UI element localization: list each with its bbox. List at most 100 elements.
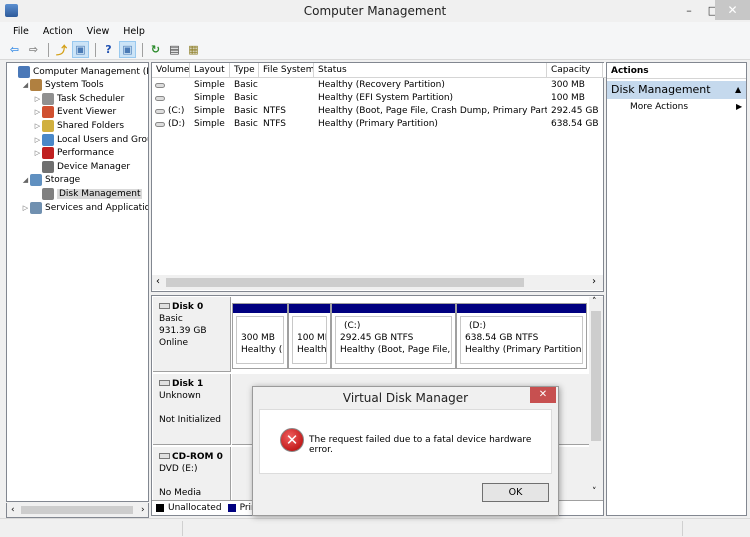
expand-toggle-icon[interactable]: ▷ bbox=[33, 122, 42, 130]
show-hide-action-pane-button[interactable]: ▣ bbox=[119, 41, 136, 58]
forward-button[interactable]: ⇨ bbox=[25, 41, 42, 58]
partition[interactable]: (C:) 292.45 GB NTFS Healthy (Boot, Page Fi… bbox=[331, 303, 456, 369]
show-hide-tree-button[interactable]: ▣ bbox=[72, 41, 89, 58]
properties-button[interactable]: ▤ bbox=[166, 41, 183, 58]
menu-help[interactable]: Help bbox=[116, 26, 152, 37]
services-icon bbox=[30, 201, 42, 214]
column-header-volume[interactable]: Volume bbox=[152, 63, 190, 78]
error-dialog: Virtual Disk Manager ✕ ✕ The request fai… bbox=[252, 386, 559, 516]
tree-item-label: Performance bbox=[57, 148, 115, 159]
partition-status: Healthy (Boot, Page File, Cra bbox=[340, 345, 451, 355]
cell-layout: Simple bbox=[194, 119, 225, 129]
tools-icon bbox=[30, 79, 42, 92]
disk-label-disk-1[interactable]: Disk 1 Unknown Not Initialized bbox=[153, 374, 231, 445]
disk-label-cd-rom-0[interactable]: CD-ROM 0 DVD (E:) No Media bbox=[153, 447, 231, 507]
volume-list-horizontal-scrollbar[interactable]: ‹ › bbox=[152, 275, 603, 290]
column-header-layout[interactable]: Layout bbox=[190, 63, 230, 78]
column-header-capacity[interactable]: Capacity bbox=[547, 63, 603, 78]
expand-toggle-icon[interactable]: ◢ bbox=[21, 176, 30, 184]
table-row[interactable]: (D:) Simple Basic NTFS Healthy (Primary Part… bbox=[152, 118, 603, 131]
actions-section-disk-management[interactable]: Disk Management ▲ bbox=[607, 81, 746, 99]
expand-toggle-icon[interactable]: ▷ bbox=[33, 108, 42, 116]
disk-map-vertical-scrollbar[interactable]: ˄ ˅ bbox=[589, 297, 603, 500]
partition[interactable]: 100 MB Healthy bbox=[288, 303, 331, 369]
tree-item-disk-management[interactable]: Disk Management bbox=[33, 187, 143, 200]
dialog-message: The request failed due to a fatal device… bbox=[309, 435, 532, 455]
tree-item-task-scheduler[interactable]: ▷ Task Scheduler bbox=[33, 92, 124, 105]
tree-item-event-viewer[interactable]: ▷ Event Viewer bbox=[33, 106, 116, 119]
disk-info-line bbox=[159, 402, 224, 414]
scroll-up-icon[interactable]: ˄ bbox=[592, 297, 597, 307]
tree-item-device-manager[interactable]: Device Manager bbox=[33, 160, 130, 173]
scrollbar-thumb[interactable] bbox=[591, 311, 601, 441]
column-header-file-system[interactable]: File System bbox=[259, 63, 314, 78]
scroll-down-icon[interactable]: ˅ bbox=[592, 487, 597, 497]
scroll-left-icon[interactable]: ‹ bbox=[11, 505, 15, 515]
expand-toggle-icon[interactable]: ▷ bbox=[33, 95, 42, 103]
expand-toggle-icon[interactable]: ▷ bbox=[33, 149, 42, 157]
scroll-right-icon[interactable]: › bbox=[141, 505, 145, 515]
disk-info-line: No Media bbox=[159, 488, 202, 498]
help-icon: ? bbox=[105, 43, 112, 56]
partition[interactable]: 300 MB Healthy (Re bbox=[232, 303, 288, 369]
disk-icon bbox=[159, 453, 170, 459]
tree-item-shared-folders[interactable]: ▷ Shared Folders bbox=[33, 119, 124, 132]
help-button[interactable]: ? bbox=[100, 41, 117, 58]
scrollbar-thumb[interactable] bbox=[166, 278, 524, 287]
table-row[interactable]: (C:) Simple Basic NTFS Healthy (Boot, Page F… bbox=[152, 105, 603, 118]
tree-item-performance[interactable]: ▷ Performance bbox=[33, 147, 114, 160]
disk-icon bbox=[159, 380, 170, 386]
computer-icon bbox=[18, 65, 30, 78]
toolbar-separator bbox=[95, 42, 96, 57]
disk-name-text: CD-ROM 0 bbox=[172, 452, 223, 462]
tree-item-computer-management-local[interactable]: Computer Management (Local bbox=[9, 65, 148, 78]
actions-section-label: Disk Management bbox=[611, 83, 711, 96]
minimize-button[interactable]: – bbox=[676, 0, 702, 20]
expand-toggle-icon[interactable]: ▷ bbox=[21, 204, 30, 212]
cell-layout: Simple bbox=[194, 80, 225, 90]
disk-label-disk-0[interactable]: Disk 0 Basic 931.39 GB Online bbox=[153, 297, 231, 372]
column-header-status[interactable]: Status bbox=[314, 63, 547, 78]
tree-item-storage[interactable]: ◢ Storage bbox=[21, 174, 80, 187]
disk-settings-button[interactable]: ▦ bbox=[185, 41, 202, 58]
scroll-right-icon[interactable]: › bbox=[592, 276, 596, 287]
toolbar-separator bbox=[142, 42, 143, 57]
menu-view[interactable]: View bbox=[80, 26, 117, 37]
tree-item-system-tools[interactable]: ◢ System Tools bbox=[21, 79, 104, 92]
cell-capacity: 100 MB bbox=[551, 93, 585, 103]
action-more-actions[interactable]: More Actions ▶ bbox=[607, 101, 746, 115]
table-row[interactable]: Simple Basic Healthy (Recovery Partition) 3… bbox=[152, 79, 603, 92]
partition-type-bar bbox=[332, 304, 455, 313]
partition-status: Healthy bbox=[297, 345, 327, 355]
dialog-title: Virtual Disk Manager bbox=[342, 391, 469, 405]
partition-title: (C:) bbox=[344, 321, 361, 331]
scroll-left-icon[interactable]: ‹ bbox=[156, 276, 160, 287]
table-row[interactable]: Simple Basic Healthy (EFI System Partition… bbox=[152, 92, 603, 105]
close-button[interactable]: ✕ bbox=[715, 0, 750, 20]
scrollbar-thumb[interactable] bbox=[21, 506, 133, 514]
partition[interactable]: (D:) 638.54 GB NTFS Healthy (Primary Parti… bbox=[456, 303, 587, 369]
tree-horizontal-scrollbar[interactable]: ‹ › bbox=[6, 503, 149, 518]
tree-item-services-and-applications[interactable]: ▷ Services and Applications bbox=[21, 201, 148, 214]
dialog-close-button[interactable]: ✕ bbox=[530, 387, 556, 403]
up-level-icon: ⤴ bbox=[56, 43, 67, 57]
volume-icon bbox=[155, 122, 165, 127]
up-level-button[interactable]: ⤴ bbox=[53, 41, 70, 58]
ok-button[interactable]: OK bbox=[482, 483, 549, 502]
menu-action[interactable]: Action bbox=[36, 26, 80, 37]
cell-capacity: 638.54 GB bbox=[551, 119, 599, 129]
refresh-button[interactable]: ↻ bbox=[147, 41, 164, 58]
expand-toggle-icon[interactable]: ▷ bbox=[33, 136, 42, 144]
cell-fs bbox=[263, 92, 314, 105]
expand-toggle-icon[interactable]: ◢ bbox=[21, 81, 30, 89]
back-button[interactable]: ⇦ bbox=[6, 41, 23, 58]
disk-info-line: 931.39 GB bbox=[159, 326, 207, 336]
tree-item-local-users-and-groups[interactable]: ▷ Local Users and Groups bbox=[33, 133, 148, 146]
tree-item-label: Event Viewer bbox=[57, 107, 117, 118]
partition-title: (D:) bbox=[469, 321, 486, 331]
partition-title bbox=[297, 320, 322, 332]
column-header-type[interactable]: Type bbox=[230, 63, 259, 78]
collapse-icon[interactable]: ▲ bbox=[735, 81, 741, 99]
back-icon: ⇦ bbox=[9, 43, 20, 56]
menu-file[interactable]: File bbox=[6, 26, 36, 37]
